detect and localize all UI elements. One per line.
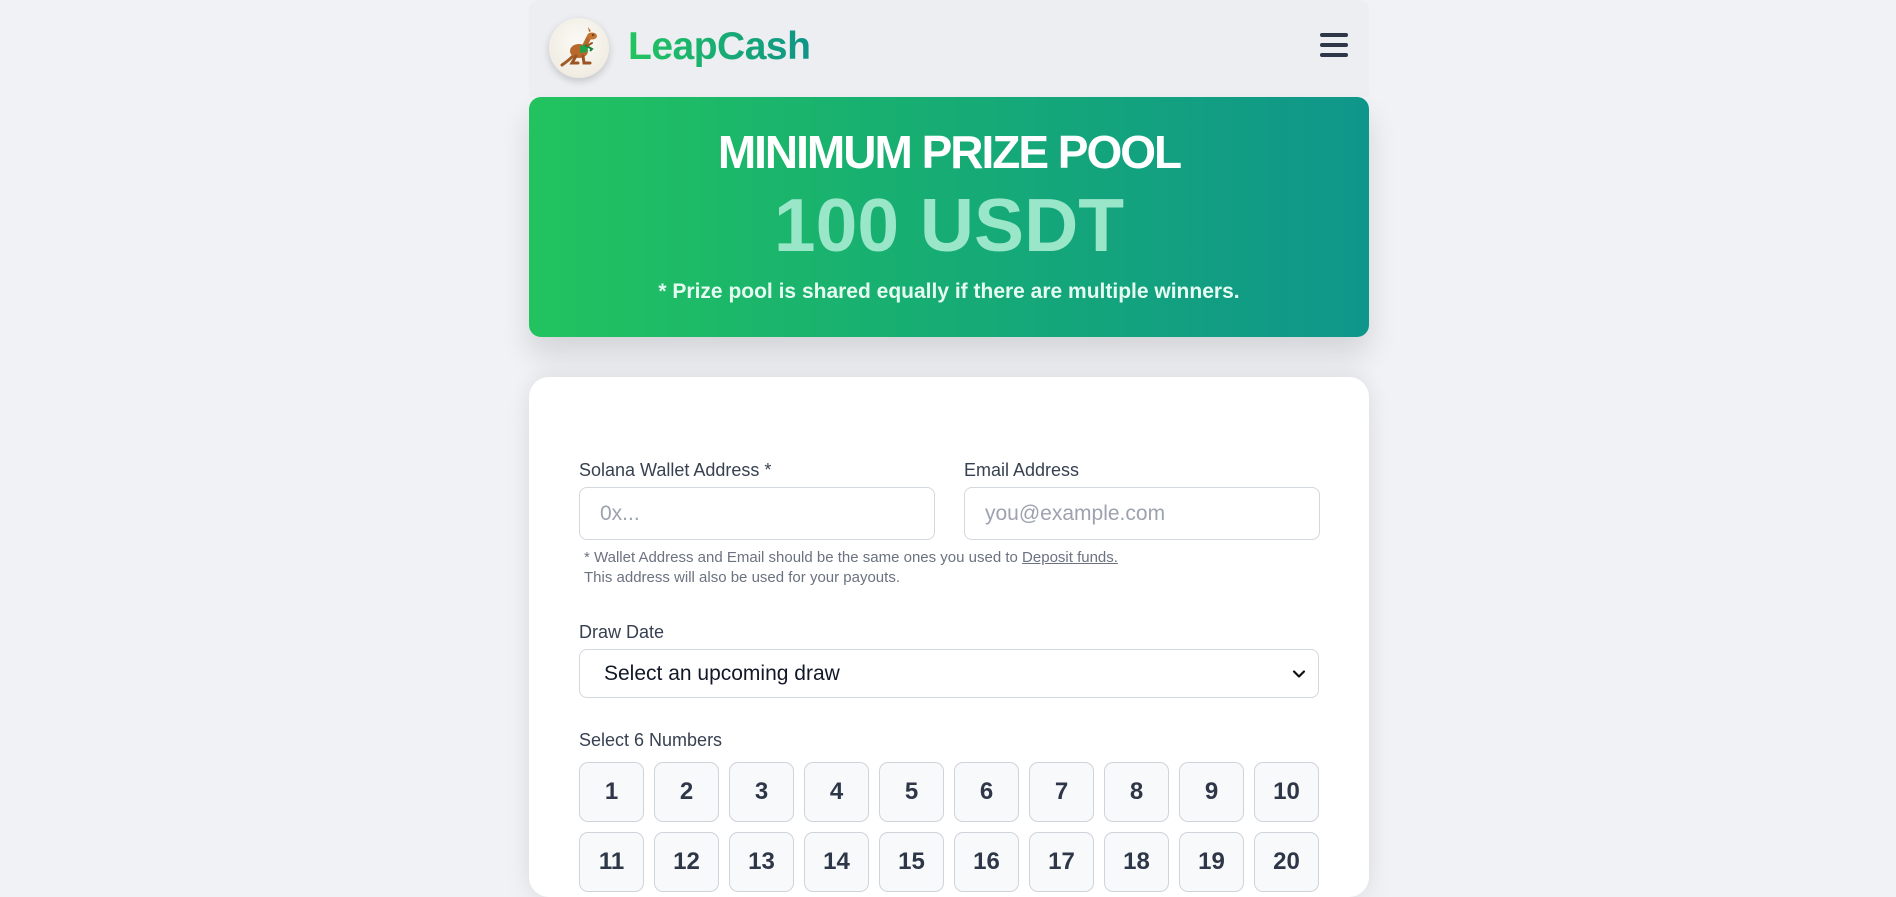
number-button-20[interactable]: 20 xyxy=(1254,832,1319,892)
email-address-input[interactable] xyxy=(964,487,1320,540)
number-button-10[interactable]: 10 xyxy=(1254,762,1319,822)
number-button-6[interactable]: 6 xyxy=(954,762,1019,822)
top-header: LeapCash xyxy=(529,0,1369,97)
wallet-email-hint: * Wallet Address and Email should be the… xyxy=(584,548,1284,588)
menu-bar xyxy=(1320,53,1348,57)
menu-bar xyxy=(1320,33,1348,37)
brand-name[interactable]: LeapCash xyxy=(628,22,811,72)
prize-pool-banner: MINIMUM PRIZE POOL 100 USDT * Prize pool… xyxy=(529,97,1369,337)
prize-pool-amount: 100 USDT xyxy=(773,183,1125,267)
menu-bar xyxy=(1320,43,1348,47)
number-button-5[interactable]: 5 xyxy=(879,762,944,822)
number-button-7[interactable]: 7 xyxy=(1029,762,1094,822)
number-button-12[interactable]: 12 xyxy=(654,832,719,892)
number-button-16[interactable]: 16 xyxy=(954,832,1019,892)
number-button-8[interactable]: 8 xyxy=(1104,762,1169,822)
hint-payout-text: This address will also be used for your … xyxy=(584,569,900,586)
number-button-3[interactable]: 3 xyxy=(729,762,794,822)
number-button-15[interactable]: 15 xyxy=(879,832,944,892)
number-button-2[interactable]: 2 xyxy=(654,762,719,822)
ticket-form-card: Solana Wallet Address * Email Address * … xyxy=(529,377,1369,897)
draw-date-select[interactable]: Select an upcoming draw xyxy=(579,649,1319,698)
number-button-14[interactable]: 14 xyxy=(804,832,869,892)
wallet-address-input[interactable] xyxy=(579,487,935,540)
number-button-1[interactable]: 1 xyxy=(579,762,644,822)
chevron-down-icon xyxy=(1292,669,1306,678)
prize-pool-note: * Prize pool is shared equally if there … xyxy=(658,280,1240,303)
hamburger-menu-icon[interactable] xyxy=(1317,30,1351,60)
select-numbers-label: Select 6 Numbers xyxy=(579,730,723,750)
number-button-9[interactable]: 9 xyxy=(1179,762,1244,822)
hint-text: * Wallet Address and Email should be the… xyxy=(584,549,1023,566)
number-button-4[interactable]: 4 xyxy=(804,762,869,822)
deposit-funds-link[interactable]: Deposit funds. xyxy=(1022,549,1118,566)
prize-pool-title: MINIMUM PRIZE POOL xyxy=(717,126,1182,178)
draw-date-label: Draw Date xyxy=(579,622,665,642)
number-button-19[interactable]: 19 xyxy=(1179,832,1244,892)
number-button-18[interactable]: 18 xyxy=(1104,832,1169,892)
number-button-13[interactable]: 13 xyxy=(729,832,794,892)
number-button-17[interactable]: 17 xyxy=(1029,832,1094,892)
wallet-address-label: Solana Wallet Address * xyxy=(579,460,772,480)
kangaroo-icon[interactable] xyxy=(549,18,609,78)
email-address-label: Email Address xyxy=(964,460,1080,480)
draw-date-selected: Select an upcoming draw xyxy=(604,661,840,685)
app-container: LeapCash MINIMUM PRIZE POOL 100 USDT * P… xyxy=(529,0,1369,897)
number-button-11[interactable]: 11 xyxy=(579,832,644,892)
